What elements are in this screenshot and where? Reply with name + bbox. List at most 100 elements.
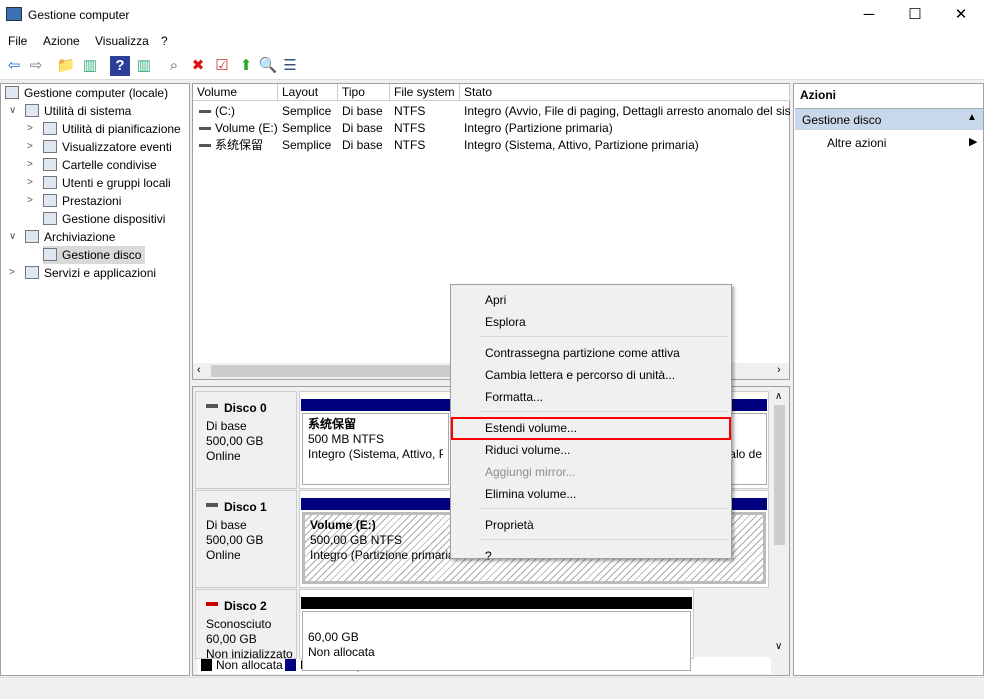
search-icon[interactable]: 🔍: [258, 56, 278, 76]
properties-icon[interactable]: ☑: [212, 56, 232, 76]
tree-node-icon: [43, 248, 57, 261]
tree-node-icon: [43, 194, 57, 207]
back-arrow-icon[interactable]: ⇦: [4, 56, 24, 76]
partition[interactable]: 系统保留 500 MB NTFS Integro (Sistema, Attivo,…: [302, 413, 449, 485]
tree-item[interactable]: Gestione disco: [43, 246, 146, 264]
collapse-arrow-icon[interactable]: ∨: [9, 231, 16, 242]
tree-node-icon: [43, 176, 57, 189]
tree-item-label: Servizi e applicazioni: [44, 266, 157, 280]
volume-cell: 系统保留: [215, 138, 264, 152]
tree-item[interactable]: Servizi e applicazioni: [25, 264, 156, 282]
tree-item[interactable]: Gestione computer (locale): [5, 84, 168, 102]
tree-item[interactable]: Visualizzatore eventi: [43, 138, 172, 156]
disk-label-0[interactable]: Disco 0 Di base 500,00 GB Online: [195, 391, 297, 489]
partition-size: 60,00 GB: [308, 630, 359, 644]
volume-cell: (C:): [215, 104, 235, 118]
collapse-arrow-icon[interactable]: ∨: [9, 105, 16, 116]
menu-visualizza[interactable]: Visualizza: [95, 34, 149, 48]
partition-status: alo de: [729, 447, 762, 461]
column-header[interactable]: Stato: [460, 84, 790, 101]
expand-arrow-icon[interactable]: >: [27, 177, 33, 188]
minimize-button[interactable]: ─: [846, 0, 892, 30]
connect-drive-icon[interactable]: ⌕: [164, 56, 184, 76]
tree-item[interactable]: Archiviazione: [25, 228, 115, 246]
menu-item-esplora[interactable]: Esplora: [485, 312, 526, 332]
partition[interactable]: 60,00 GB Non allocata: [302, 611, 691, 671]
menu-item-formatta[interactable]: Formatta...: [485, 387, 543, 407]
tree-node-icon: [43, 140, 57, 153]
volume-cell: Volume (E:): [215, 121, 278, 135]
export-icon[interactable]: ⬆: [236, 56, 256, 76]
volume-cell: Semplice: [282, 104, 332, 118]
menu-item-proprietà[interactable]: Proprietà: [485, 515, 534, 535]
disk-type: Sconosciuto: [206, 617, 272, 631]
menu-item-estendi-volume[interactable]: Estendi volume...: [485, 418, 577, 438]
scroll-right-icon[interactable]: ›: [777, 364, 781, 376]
volume-cell: Di base: [342, 104, 383, 118]
tree-item-label: Utilità di pianificazione: [62, 122, 181, 136]
partition-name: 系统保留: [308, 417, 357, 431]
close-button[interactable]: ✕: [938, 0, 984, 30]
expand-arrow-icon[interactable]: >: [9, 267, 15, 278]
partition-status: Integro (Sistema, Attivo, P: [308, 447, 443, 461]
up-folder-icon[interactable]: 📁: [56, 56, 76, 76]
expand-arrow-icon[interactable]: >: [27, 159, 33, 170]
scroll-up-icon[interactable]: ∧: [775, 391, 782, 402]
computer-management-icon: [6, 7, 22, 21]
column-header[interactable]: File system: [390, 84, 460, 101]
tree-item-label: Gestione computer (locale): [24, 86, 169, 100]
volume-drive-icon: [199, 144, 211, 147]
disk-name: Disco 2: [224, 599, 267, 613]
menu-item-riduci-volume[interactable]: Riduci volume...: [485, 440, 570, 460]
disk-label-2[interactable]: Disco 2 Sconosciuto 60,00 GB Non inizializz…: [195, 589, 297, 661]
menu-file[interactable]: File: [8, 34, 27, 48]
title-bar: Gestione computer ─ ☐ ✕: [0, 0, 984, 30]
submenu-arrow-icon: ▶: [969, 136, 978, 148]
expand-arrow-icon[interactable]: >: [27, 195, 33, 206]
disk-type: Di base: [206, 419, 247, 433]
tree-item[interactable]: Utenti e gruppi locali: [43, 174, 171, 192]
menu-item-elimina-volume[interactable]: Elimina volume...: [485, 484, 576, 504]
menu-item-contrassegna-partizione-come-attiva[interactable]: Contrassegna partizione come attiva: [485, 343, 680, 363]
show-hide-action-pane-icon[interactable]: ▥: [134, 56, 154, 76]
context-menu: Apri Esplora Contrassegna partizione come …: [450, 284, 732, 563]
show-hide-tree-icon[interactable]: ▥: [80, 56, 100, 76]
column-header[interactable]: Layout: [278, 84, 338, 101]
menu-item-?[interactable]: ?: [485, 546, 492, 566]
scrollbar-thumb[interactable]: [211, 365, 451, 377]
volume-cell: NTFS: [394, 104, 426, 118]
expand-arrow-icon[interactable]: >: [27, 141, 33, 152]
volume-cell: Semplice: [282, 121, 332, 135]
expand-arrow-icon[interactable]: >: [27, 123, 33, 134]
menu-item-apri[interactable]: Apri: [485, 290, 506, 310]
menu-separator: [481, 336, 727, 337]
scroll-down-icon[interactable]: ∨: [775, 641, 782, 652]
action-altre-azioni[interactable]: Altre azioni ▶: [795, 134, 983, 154]
menu-azione[interactable]: Azione: [43, 34, 80, 48]
menu-help[interactable]: ?: [161, 34, 168, 48]
column-header[interactable]: Volume: [193, 84, 278, 101]
column-header[interactable]: Tipo: [338, 84, 390, 101]
disk-status: Online: [206, 449, 241, 463]
scrollbar-thumb[interactable]: [774, 405, 785, 545]
collapse-up-icon[interactable]: ▲: [967, 112, 977, 123]
forward-arrow-icon[interactable]: ⇨: [26, 56, 46, 76]
disk-name: Disco 1: [224, 500, 267, 514]
maximize-button[interactable]: ☐: [892, 0, 938, 30]
volume-cell: Di base: [342, 138, 383, 152]
actions-section-gestione-disco[interactable]: Gestione disco ▲: [795, 108, 983, 130]
tree-item-label: Cartelle condivise: [62, 158, 157, 172]
scroll-left-icon[interactable]: ‹: [197, 364, 201, 376]
vertical-scrollbar[interactable]: ∧ ∨: [771, 391, 788, 655]
tree-item[interactable]: Prestazioni: [43, 192, 121, 210]
delete-icon[interactable]: ✖: [188, 56, 208, 76]
menu-item-cambia-lettera-e-percorso-di-unità[interactable]: Cambia lettera e percorso di unità...: [485, 365, 675, 385]
tree-item[interactable]: Utilità di sistema: [25, 102, 131, 120]
tree-item-label: Archiviazione: [44, 230, 116, 244]
tree-item[interactable]: Gestione dispositivi: [43, 210, 165, 228]
help-icon[interactable]: ?: [110, 56, 130, 76]
disk-label-1[interactable]: Disco 1 Di base 500,00 GB Online: [195, 490, 297, 588]
tree-item[interactable]: Utilità di pianificazione: [43, 120, 181, 138]
checklist-icon[interactable]: ☰: [280, 56, 300, 76]
tree-item[interactable]: Cartelle condivise: [43, 156, 157, 174]
